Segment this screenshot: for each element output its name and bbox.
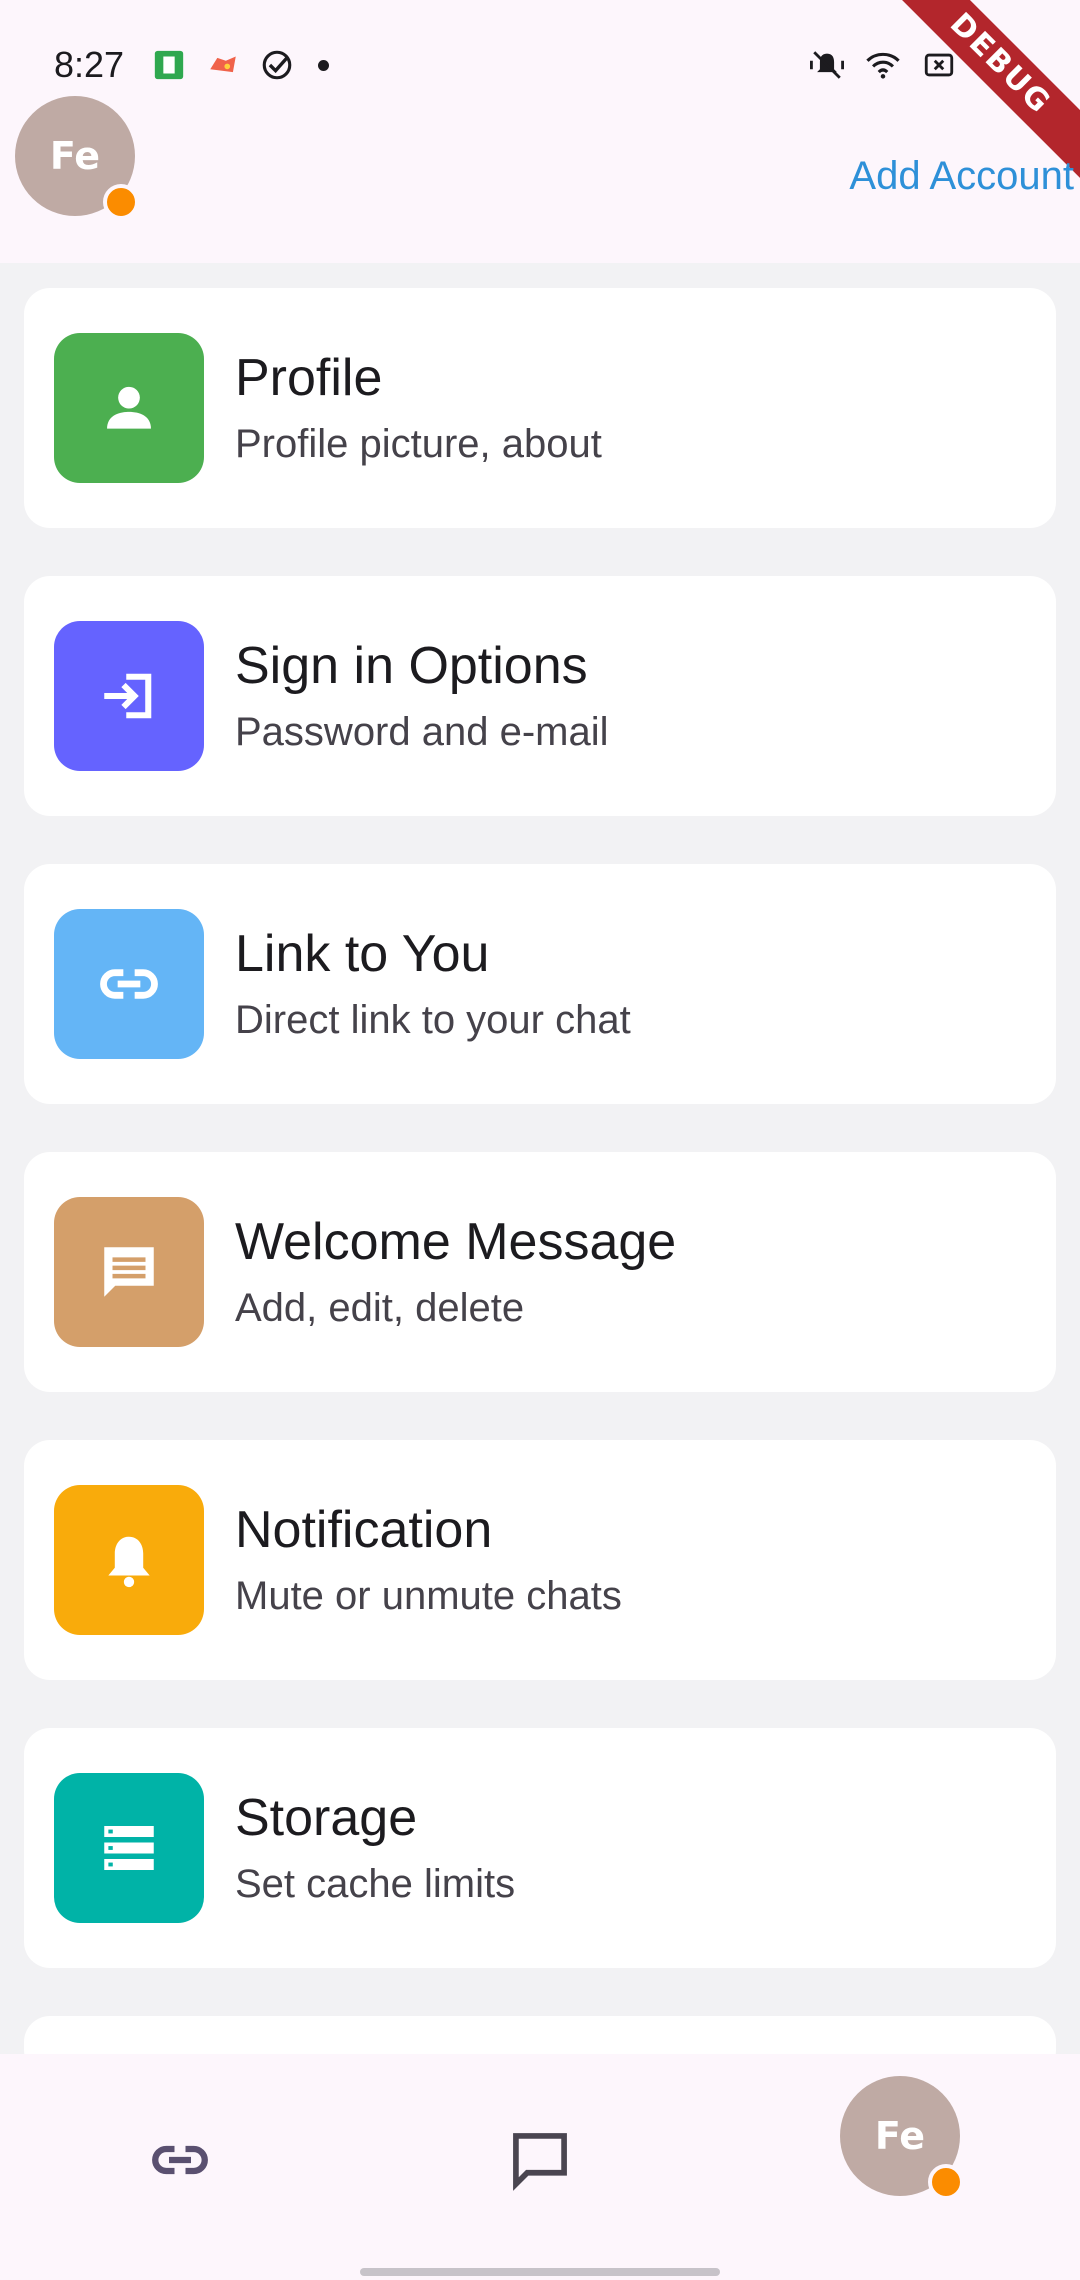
more-notifications-dot: [318, 59, 329, 71]
settings-item-title: Link to You: [235, 925, 490, 983]
link-icon: [54, 909, 204, 1059]
nav-profile-avatar[interactable]: Fe: [840, 2076, 964, 2200]
add-account-button[interactable]: Add Account: [849, 154, 1074, 199]
presence-indicator: [928, 2164, 964, 2200]
settings-item-title: Welcome Message: [235, 1213, 677, 1271]
settings-item-notification[interactable]: Notification Mute or unmute chats: [24, 1440, 1056, 1680]
chat-icon: [513, 2133, 567, 2191]
app-notification-icon: [154, 50, 184, 80]
avatar-initials: Fe: [49, 134, 101, 178]
bottom-navigation: Fe: [0, 2054, 1080, 2280]
settings-item-storage[interactable]: Storage Set cache limits: [24, 1728, 1056, 1968]
nav-chats-button[interactable]: [490, 2110, 590, 2210]
top-app-bar: 8:27 DEBUG Fe Add Account: [0, 0, 1080, 263]
gesture-handle[interactable]: [360, 2268, 720, 2276]
settings-list: Profile Profile picture, about Sign in O…: [24, 288, 1056, 2124]
settings-item-subtitle: Profile picture, about: [235, 422, 602, 466]
status-time: 8:27: [54, 44, 125, 85]
settings-item-title: Notification: [235, 1501, 493, 1559]
settings-item-subtitle: Add, edit, delete: [235, 1286, 525, 1330]
link-icon: [152, 2145, 208, 2175]
vibrate-off-icon: [810, 51, 844, 79]
settings-item-subtitle: Set cache limits: [235, 1862, 516, 1906]
settings-item-title: Profile: [235, 349, 383, 407]
no-sim-icon: [924, 53, 954, 77]
wifi-icon: [866, 52, 900, 79]
avatar-initials: Fe: [874, 2114, 926, 2158]
game-notification-icon: [210, 56, 236, 73]
settings-item-title: Sign in Options: [235, 637, 588, 695]
settings-item-subtitle: Mute or unmute chats: [235, 1574, 622, 1618]
settings-item-subtitle: Password and e-mail: [235, 710, 609, 754]
settings-item-subtitle: Direct link to your chat: [235, 998, 631, 1042]
settings-item-link-to-you[interactable]: Link to You Direct link to your chat: [24, 864, 1056, 1104]
person-icon: [54, 333, 204, 483]
nav-link-button[interactable]: [130, 2110, 230, 2210]
check-circle-icon: [262, 50, 292, 80]
storage-icon: [54, 1773, 204, 1923]
notification-icons: [152, 48, 329, 82]
login-icon: [54, 621, 204, 771]
bell-icon: [54, 1485, 204, 1635]
account-avatar[interactable]: Fe: [15, 96, 139, 220]
presence-indicator: [103, 184, 139, 220]
settings-item-sign-in-options[interactable]: Sign in Options Password and e-mail: [24, 576, 1056, 816]
settings-item-welcome-message[interactable]: Welcome Message Add, edit, delete: [24, 1152, 1056, 1392]
settings-item-title: Storage: [235, 1789, 418, 1847]
message-icon: [54, 1197, 204, 1347]
settings-item-profile[interactable]: Profile Profile picture, about: [24, 288, 1056, 528]
